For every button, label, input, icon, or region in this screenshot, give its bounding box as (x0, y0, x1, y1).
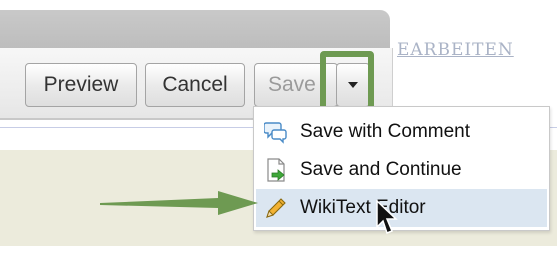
editor-toolbar-header (0, 10, 390, 48)
mouse-cursor-icon (376, 200, 398, 234)
menu-item-wikitext-editor[interactable]: WikiText Editor (256, 189, 547, 227)
menu-item-save-with-comment[interactable]: Save with Comment (256, 113, 547, 151)
menu-item-label: Save with Comment (300, 121, 471, 142)
menu-item-save-and-continue[interactable]: Save and Continue (256, 151, 547, 189)
pencil-icon (264, 196, 288, 220)
menu-item-label: Save and Continue (300, 159, 462, 180)
save-options-menu: Save with Comment Save and Continue Wiki… (253, 106, 550, 231)
menu-item-label: WikiText Editor (300, 197, 426, 218)
pointer-arrow-annotation (100, 191, 258, 215)
edit-tab-link[interactable]: EARBEITEN (397, 40, 514, 60)
speech-bubbles-icon (264, 120, 288, 144)
preview-button[interactable]: Preview (25, 63, 137, 107)
document-arrow-icon (264, 158, 288, 182)
cancel-button[interactable]: Cancel (145, 63, 245, 107)
